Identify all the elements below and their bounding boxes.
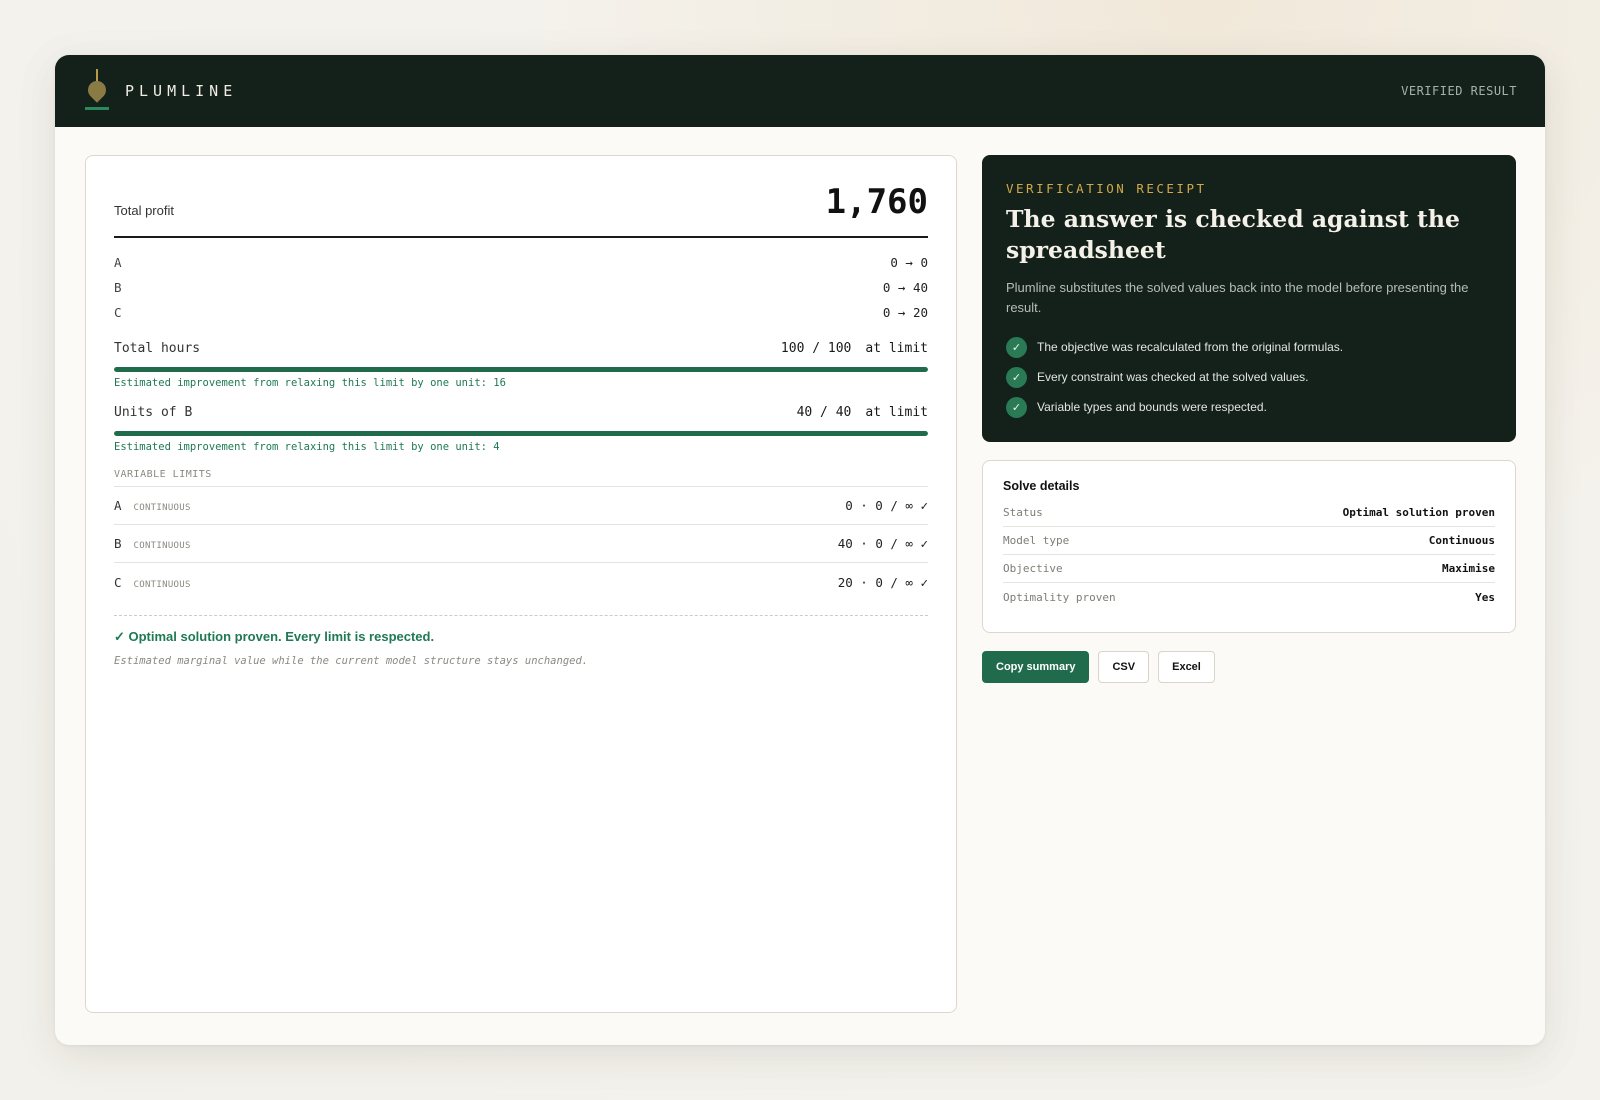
copy-summary-button[interactable]: Copy summary xyxy=(982,651,1090,683)
constraint-progress-fill xyxy=(114,367,928,372)
receipt-title: The answer is checked against the spread… xyxy=(1006,205,1460,264)
check-item: ✓ Variable types and bounds were respect… xyxy=(1006,392,1492,422)
total-row: Total profit 1,760 xyxy=(114,182,928,238)
result-note: Estimated marginal value while the curre… xyxy=(114,655,589,667)
check-text: Every constraint was checked at the solv… xyxy=(1037,370,1309,384)
variable-change: 0 → 20 xyxy=(882,305,928,320)
limit-row: A CONTINUOUS 0 · 0 / ∞ ✓ xyxy=(114,487,928,525)
variable-limits-list: A CONTINUOUS 0 · 0 / ∞ ✓ B CONTINUOUS 40… xyxy=(114,487,928,601)
app-window: PLUMLINE VERIFIED RESULT Total profit 1,… xyxy=(55,55,1545,1045)
excel-export-button[interactable]: Excel xyxy=(1158,651,1215,683)
constraint-usage: 40 / 40 xyxy=(796,404,852,420)
detail-key: Objective xyxy=(1003,562,1063,575)
variable-name: C xyxy=(114,305,122,320)
check-item: ✓ The objective was recalculated from th… xyxy=(1006,332,1492,362)
limit-row: B CONTINUOUS 40 · 0 / ∞ ✓ xyxy=(114,525,928,563)
constraint-usage: 100 / 100 xyxy=(780,340,852,356)
detail-value: Optimal solution proven xyxy=(1342,506,1495,519)
limit-variable-type: CONTINUOUS xyxy=(133,541,191,551)
limit-row: C CONTINUOUS 20 · 0 / ∞ ✓ xyxy=(114,563,928,601)
verification-receipt: VERIFICATION RECEIPT The answer is check… xyxy=(982,155,1516,442)
limit-value: 20 · 0 / ∞ ✓ xyxy=(837,574,928,590)
receipt-checklist: ✓ The objective was recalculated from th… xyxy=(1006,332,1492,422)
receipt-description: Plumline substitutes the solved values b… xyxy=(1006,280,1469,315)
brand-name: PLUMLINE xyxy=(125,82,238,100)
detail-value: Yes xyxy=(1475,590,1495,604)
verified-status: VERIFIED RESULT xyxy=(1401,84,1517,98)
check-text: The objective was recalculated from the … xyxy=(1037,340,1344,354)
constraint-progress-bar xyxy=(114,431,928,436)
check-text: Variable types and bounds were respected… xyxy=(1037,400,1267,414)
detail-key: Model type xyxy=(1003,534,1070,547)
limit-variable-type: CONTINUOUS xyxy=(133,579,191,590)
constraint-name: Units of B xyxy=(114,404,193,420)
limit-variable-name: C xyxy=(114,574,122,590)
total-value: 1,760 xyxy=(825,182,928,222)
result-summary-card: Total profit 1,760 A 0 → 0 B 0 → 40 C 0 … xyxy=(85,155,957,1013)
solve-details-title: Solve details xyxy=(1003,479,1080,493)
app-header: PLUMLINE VERIFIED RESULT xyxy=(55,55,1545,127)
csv-export-button[interactable]: CSV xyxy=(1098,651,1150,683)
check-icon: ✓ xyxy=(1006,336,1027,358)
variable-row: B 0 → 40 xyxy=(114,275,928,300)
detail-row: Objective Maximise xyxy=(1003,555,1495,583)
limit-value: 0 · 0 / ∞ ✓ xyxy=(845,498,928,513)
variable-change: 0 → 0 xyxy=(890,255,928,270)
constraint-status: at limit xyxy=(865,404,928,420)
detail-value: Maximise xyxy=(1442,562,1495,575)
total-label: Total profit xyxy=(114,203,174,218)
action-buttons: Copy summary CSV Excel xyxy=(982,651,1215,683)
constraint-status: at limit xyxy=(865,340,928,356)
constraint-total-hours: Total hours 100 / 100 at limit Estimated … xyxy=(114,337,928,389)
limit-value: 40 · 0 / ∞ ✓ xyxy=(837,536,928,551)
limit-variable-name: B xyxy=(114,536,122,551)
constraint-note: Estimated improvement from relaxing this… xyxy=(114,377,506,389)
constraint-progress-fill xyxy=(114,431,928,436)
result-message: ✓ Optimal solution proven. Every limit i… xyxy=(114,629,435,644)
limit-variable-name: A xyxy=(114,498,122,513)
constraint-units-of-b: Units of B 40 / 40 at limit Estimated imp… xyxy=(114,401,928,453)
result-block: ✓ Optimal solution proven. Every limit i… xyxy=(114,615,928,667)
variable-name: B xyxy=(114,280,122,295)
constraint-name: Total hours xyxy=(114,340,201,356)
variable-list: A 0 → 0 B 0 → 40 C 0 → 20 xyxy=(114,250,928,325)
brand: PLUMLINE xyxy=(84,69,238,113)
variable-row: C 0 → 20 xyxy=(114,300,928,325)
check-item: ✓ Every constraint was checked at the so… xyxy=(1006,362,1492,392)
variable-limits-heading: VARIABLE LIMITS xyxy=(114,469,928,487)
detail-key: Optimality proven xyxy=(1003,590,1116,604)
constraint-progress-bar xyxy=(114,367,928,372)
plumb-bob-icon xyxy=(84,69,110,113)
variable-change: 0 → 40 xyxy=(882,280,928,295)
detail-row: Model type Continuous xyxy=(1003,527,1495,555)
limit-variable-type: CONTINUOUS xyxy=(133,503,191,513)
solve-details-card: Solve details Status Optimal solution pr… xyxy=(982,460,1516,633)
detail-row: Optimality proven Yes xyxy=(1003,583,1495,611)
check-icon: ✓ xyxy=(1006,396,1027,418)
detail-key: Status xyxy=(1003,506,1043,519)
receipt-eyebrow: VERIFICATION RECEIPT xyxy=(1006,181,1207,196)
constraint-note: Estimated improvement from relaxing this… xyxy=(114,441,500,453)
detail-value: Continuous xyxy=(1428,534,1495,547)
variable-name: A xyxy=(114,255,122,270)
check-icon: ✓ xyxy=(1006,366,1027,388)
variable-row: A 0 → 0 xyxy=(114,250,928,275)
detail-row: Status Optimal solution proven xyxy=(1003,499,1495,527)
